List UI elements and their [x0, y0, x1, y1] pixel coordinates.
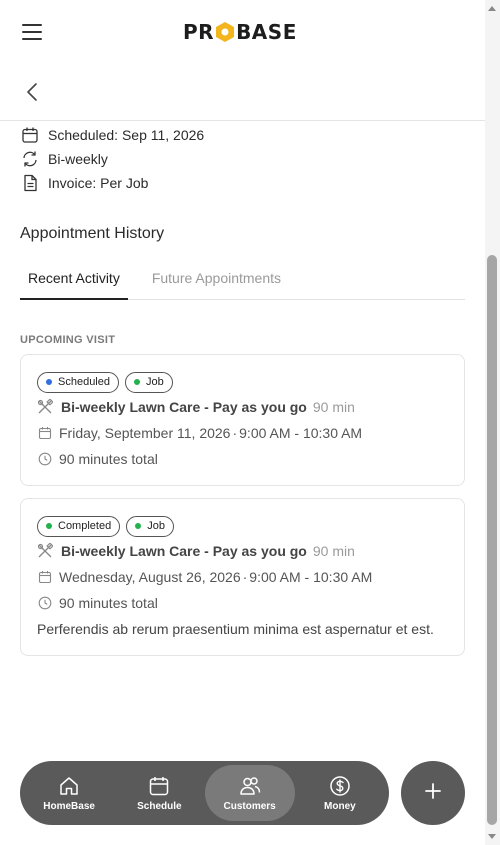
scrollbar-thumb[interactable] — [487, 255, 497, 825]
tab-recent-activity[interactable]: Recent Activity — [20, 262, 128, 300]
nav-schedule[interactable]: Schedule — [114, 765, 204, 821]
nav-label: HomeBase — [43, 800, 95, 812]
calendar-icon — [148, 775, 170, 797]
scheduled-text: Scheduled: Sep 11, 2026 — [48, 127, 205, 143]
visit-card[interactable]: Completed Job Bi-weekly Lawn Care - Pay … — [20, 498, 465, 656]
separator-dot: · — [242, 569, 248, 585]
service-line: Bi-weekly Lawn Care - Pay as you go 90 m… — [37, 395, 448, 419]
status-dot — [46, 523, 52, 529]
bottom-nav: HomeBase Schedule Customers Money — [20, 761, 389, 825]
add-button[interactable] — [401, 761, 465, 825]
status-label: Completed — [58, 520, 112, 532]
vertical-scrollbar[interactable] — [485, 0, 500, 845]
visit-card[interactable]: Scheduled Job Bi-weekly Lawn Care - Pay … — [20, 354, 465, 486]
customer-detail-content: Scheduled: Sep 11, 2026 Bi-weekly Invoic… — [20, 121, 465, 656]
home-icon — [58, 775, 80, 797]
visit-time: 9:00 AM - 10:30 AM — [249, 569, 373, 585]
chevron-left-icon[interactable] — [22, 81, 44, 103]
separator-dot: · — [232, 425, 238, 441]
total-line: 90 minutes total — [37, 447, 448, 471]
nav-money[interactable]: Money — [295, 765, 385, 821]
probase-logo: PR BASE — [183, 20, 297, 44]
scheduled-row: Scheduled: Sep 11, 2026 — [20, 123, 465, 147]
visit-date: Friday, September 11, 2026 — [59, 425, 231, 441]
repeat-icon — [20, 149, 40, 169]
nav-homebase[interactable]: HomeBase — [24, 765, 114, 821]
nav-label: Schedule — [137, 800, 182, 812]
service-name: Bi-weekly Lawn Care - Pay as you go — [61, 543, 307, 559]
type-label: Job — [146, 376, 164, 388]
visit-badges: Scheduled Job — [37, 371, 448, 393]
frequency-row: Bi-weekly — [20, 147, 465, 171]
service-line: Bi-weekly Lawn Care - Pay as you go 90 m… — [37, 539, 448, 563]
total-line: 90 minutes total — [37, 591, 448, 615]
type-dot — [134, 379, 140, 385]
upcoming-visit-label: UPCOMING VISIT — [20, 334, 116, 346]
users-icon — [239, 775, 261, 797]
clock-icon — [37, 595, 53, 611]
sub-header — [0, 64, 485, 121]
visit-date: Wednesday, August 26, 2026 — [59, 569, 241, 585]
tools-icon — [37, 543, 53, 559]
hamburger-menu-icon[interactable] — [22, 24, 42, 40]
type-badge: Job — [125, 371, 173, 393]
history-tabs: Recent Activity Future Appointments — [20, 262, 465, 300]
visit-badges: Completed Job — [37, 515, 448, 537]
logo-hex-icon — [215, 21, 235, 43]
top-bar: PR BASE — [0, 0, 485, 64]
service-duration: 90 min — [312, 543, 355, 559]
service-duration: 90 min — [312, 399, 355, 415]
visit-total: 90 minutes total — [59, 451, 158, 467]
date-line: Wednesday, August 26, 2026 · 9:00 AM - 1… — [37, 565, 448, 589]
status-badge: Scheduled — [37, 371, 119, 393]
status-badge: Completed — [37, 515, 121, 537]
calendar-icon — [37, 569, 53, 585]
status-label: Scheduled — [58, 376, 110, 388]
scroll-up-arrow-icon[interactable] — [488, 6, 496, 11]
nav-customers[interactable]: Customers — [204, 765, 295, 821]
plus-icon — [423, 781, 443, 806]
calendar-icon — [20, 125, 40, 145]
visit-time: 9:00 AM - 10:30 AM — [239, 425, 363, 441]
nav-label: Customers — [223, 800, 276, 812]
status-dot — [46, 379, 52, 385]
nav-label: Money — [324, 800, 356, 812]
calendar-icon — [37, 425, 53, 441]
visit-note: Perferendis ab rerum praesentium minima … — [37, 621, 434, 637]
visit-total: 90 minutes total — [59, 595, 158, 611]
type-label: Job — [147, 520, 165, 532]
date-line: Friday, September 11, 2026 · 9:00 AM - 1… — [37, 421, 448, 445]
appointment-history-title: Appointment History — [20, 225, 165, 242]
tab-future-appointments[interactable]: Future Appointments — [144, 262, 289, 300]
invoice-row: Invoice: Per Job — [20, 171, 465, 195]
invoice-text: Invoice: Per Job — [48, 175, 149, 191]
frequency-text: Bi-weekly — [48, 151, 108, 167]
document-icon — [20, 173, 40, 193]
clock-icon — [37, 451, 53, 467]
service-name: Bi-weekly Lawn Care - Pay as you go — [61, 399, 307, 415]
dollar-icon — [329, 775, 351, 797]
type-badge: Job — [126, 515, 174, 537]
tools-icon — [37, 399, 53, 415]
scroll-down-arrow-icon[interactable] — [488, 834, 496, 839]
type-dot — [135, 523, 142, 529]
